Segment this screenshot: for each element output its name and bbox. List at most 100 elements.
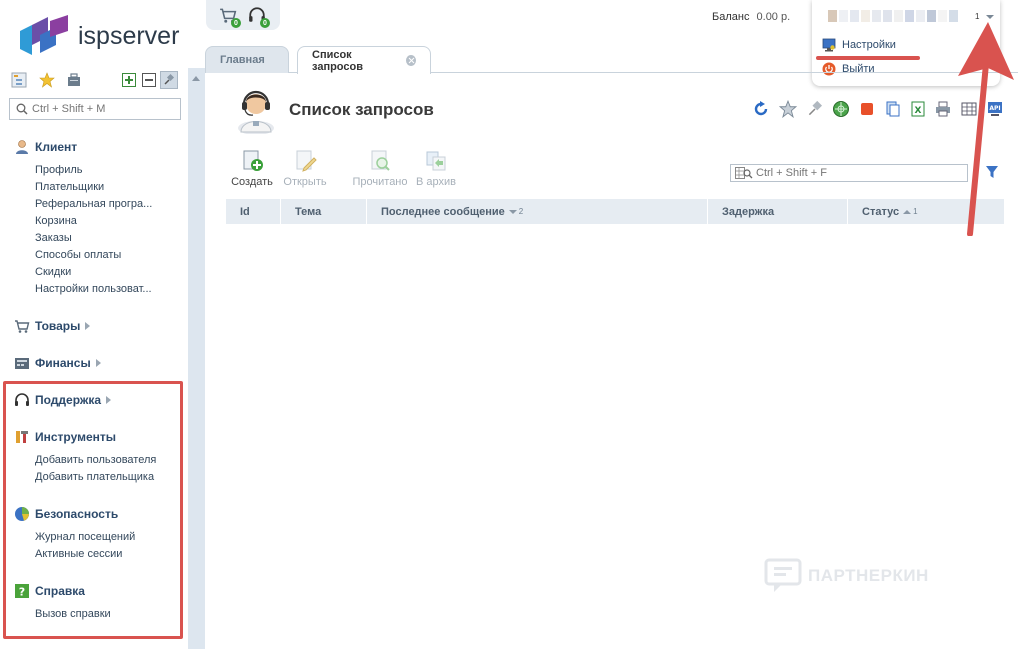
menu-item-payers[interactable]: Плательщики xyxy=(14,179,152,196)
excel-icon[interactable]: X xyxy=(909,100,927,118)
sort-order: 1 xyxy=(913,207,918,216)
finance-icon xyxy=(14,355,30,371)
collapse-all-icon[interactable] xyxy=(140,71,158,89)
open-button[interactable]: Открыть xyxy=(279,148,331,188)
create-button[interactable]: Создать xyxy=(226,148,278,188)
blur-pixel xyxy=(916,10,925,22)
archive-button[interactable]: В архив xyxy=(410,148,462,188)
cart-button[interactable]: 0 xyxy=(219,6,241,28)
menu-item-cart[interactable]: Корзина xyxy=(14,213,152,230)
menu-head-label: Клиент xyxy=(35,140,78,154)
menu-head-label: Товары xyxy=(35,319,81,333)
svg-text:X: X xyxy=(915,106,922,116)
tab-request-list-label: Список запросов xyxy=(312,48,363,73)
column-subject[interactable]: Тема xyxy=(281,199,367,224)
archive-label: В архив xyxy=(416,176,456,188)
client-icon xyxy=(14,139,30,155)
create-label: Создать xyxy=(231,176,273,188)
menu-section-products: Товары xyxy=(14,317,91,335)
menu-head-products[interactable]: Товары xyxy=(14,317,91,335)
menu-item-payment-methods[interactable]: Способы оплаты xyxy=(14,247,152,264)
column-label: Задержка xyxy=(722,205,775,218)
expand-arrow-icon xyxy=(95,359,101,367)
page-title: Список запросов xyxy=(289,100,434,119)
column-label: Статус xyxy=(862,205,900,218)
sort-desc-icon xyxy=(508,209,517,214)
refresh-icon[interactable] xyxy=(752,100,770,118)
menu-head-label: Финансы xyxy=(35,356,91,370)
tab-main[interactable]: Главная xyxy=(205,46,289,73)
blur-pixel xyxy=(850,10,859,22)
tab-main-label: Главная xyxy=(220,54,265,66)
close-icon[interactable] xyxy=(405,55,416,66)
menu-item-orders[interactable]: Заказы xyxy=(14,230,152,247)
menu-item-referral[interactable]: Реферальная програ... xyxy=(14,196,152,213)
top-quick-icons: 0 0 xyxy=(206,0,280,30)
briefcase-icon[interactable] xyxy=(65,71,83,89)
column-id[interactable]: Id xyxy=(226,199,281,224)
pin-icon[interactable] xyxy=(806,100,824,118)
sidebar-splitter[interactable] xyxy=(188,68,205,649)
pin-icon[interactable] xyxy=(160,71,178,89)
mark-read-button[interactable]: Прочитано xyxy=(352,148,408,188)
open-label: Открыть xyxy=(283,176,327,188)
annotation-arrow-icon xyxy=(958,22,1014,236)
tab-bar: Главная Список запросов xyxy=(205,46,1018,74)
logo-icon xyxy=(20,15,68,55)
menu-section-finance: Финансы xyxy=(14,354,101,372)
watermark-text: ПАРТНЕРКИН xyxy=(808,566,929,585)
star-icon[interactable] xyxy=(779,100,797,118)
sidebar-toolbar xyxy=(10,71,182,91)
sort-asc-icon xyxy=(903,209,912,214)
tree-view-icon[interactable] xyxy=(10,71,28,89)
menu-item-discounts[interactable]: Скидки xyxy=(14,264,152,281)
blur-pixel xyxy=(894,10,903,22)
column-last-message[interactable]: Последнее сообщение 2 xyxy=(367,199,708,224)
support-count-badge: 0 xyxy=(260,18,270,28)
globe-icon[interactable] xyxy=(832,100,850,118)
copy-icon[interactable] xyxy=(884,100,902,118)
column-delay[interactable]: Задержка xyxy=(708,199,848,224)
balance: Баланс 0.00 р. xyxy=(712,11,790,23)
edit-doc-icon xyxy=(296,150,317,172)
collapse-up-icon[interactable] xyxy=(192,76,200,81)
watermark: ПАРТНЕРКИН xyxy=(764,556,929,596)
menu-section-client: Клиент Профиль Плательщики Реферальная п… xyxy=(14,138,152,298)
menu-head-client[interactable]: Клиент xyxy=(14,138,152,156)
expand-all-icon[interactable] xyxy=(120,71,138,89)
blur-pixel xyxy=(883,10,892,22)
blur-pixel xyxy=(927,10,936,22)
archive-icon xyxy=(426,151,446,171)
expand-arrow-icon xyxy=(85,322,91,330)
menu-head-finance[interactable]: Финансы xyxy=(14,354,101,372)
mark-read-label: Прочитано xyxy=(352,176,408,188)
filter-input[interactable] xyxy=(756,167,966,179)
highlight-box xyxy=(3,381,183,639)
table-search-icon xyxy=(735,167,753,179)
column-label: Последнее сообщение xyxy=(381,205,505,218)
blur-pixel xyxy=(872,10,881,22)
read-doc-icon xyxy=(371,150,390,171)
cart-icon xyxy=(14,318,30,334)
blur-pixel xyxy=(828,10,837,22)
table-header: Id Тема Последнее сообщение 2 Задержка С… xyxy=(226,199,1004,224)
support-agent-icon xyxy=(238,90,274,134)
sort-order: 2 xyxy=(518,207,524,216)
menu-item-profile[interactable]: Профиль xyxy=(14,162,152,179)
support-button[interactable]: 0 xyxy=(248,6,270,28)
app-root: ispserver Ctrl + Shift + M Клиент Профил… xyxy=(0,0,1018,649)
filter-search[interactable] xyxy=(730,164,968,182)
favorites-star-icon[interactable] xyxy=(38,71,56,89)
logo[interactable]: ispserver xyxy=(18,14,179,58)
blur-pixel xyxy=(839,10,848,22)
cart-count-badge: 0 xyxy=(231,18,241,28)
column-label: Id xyxy=(240,205,250,218)
blur-pixel xyxy=(861,10,870,22)
stop-icon[interactable] xyxy=(858,100,876,118)
balance-label: Баланс xyxy=(712,11,750,23)
create-doc-icon xyxy=(243,150,263,171)
tab-request-list[interactable]: Список запросов xyxy=(297,46,431,74)
sidebar-search[interactable] xyxy=(9,98,181,120)
menu-item-user-settings[interactable]: Настройки пользоват... xyxy=(14,281,152,298)
sidebar-search-input[interactable] xyxy=(32,103,172,115)
